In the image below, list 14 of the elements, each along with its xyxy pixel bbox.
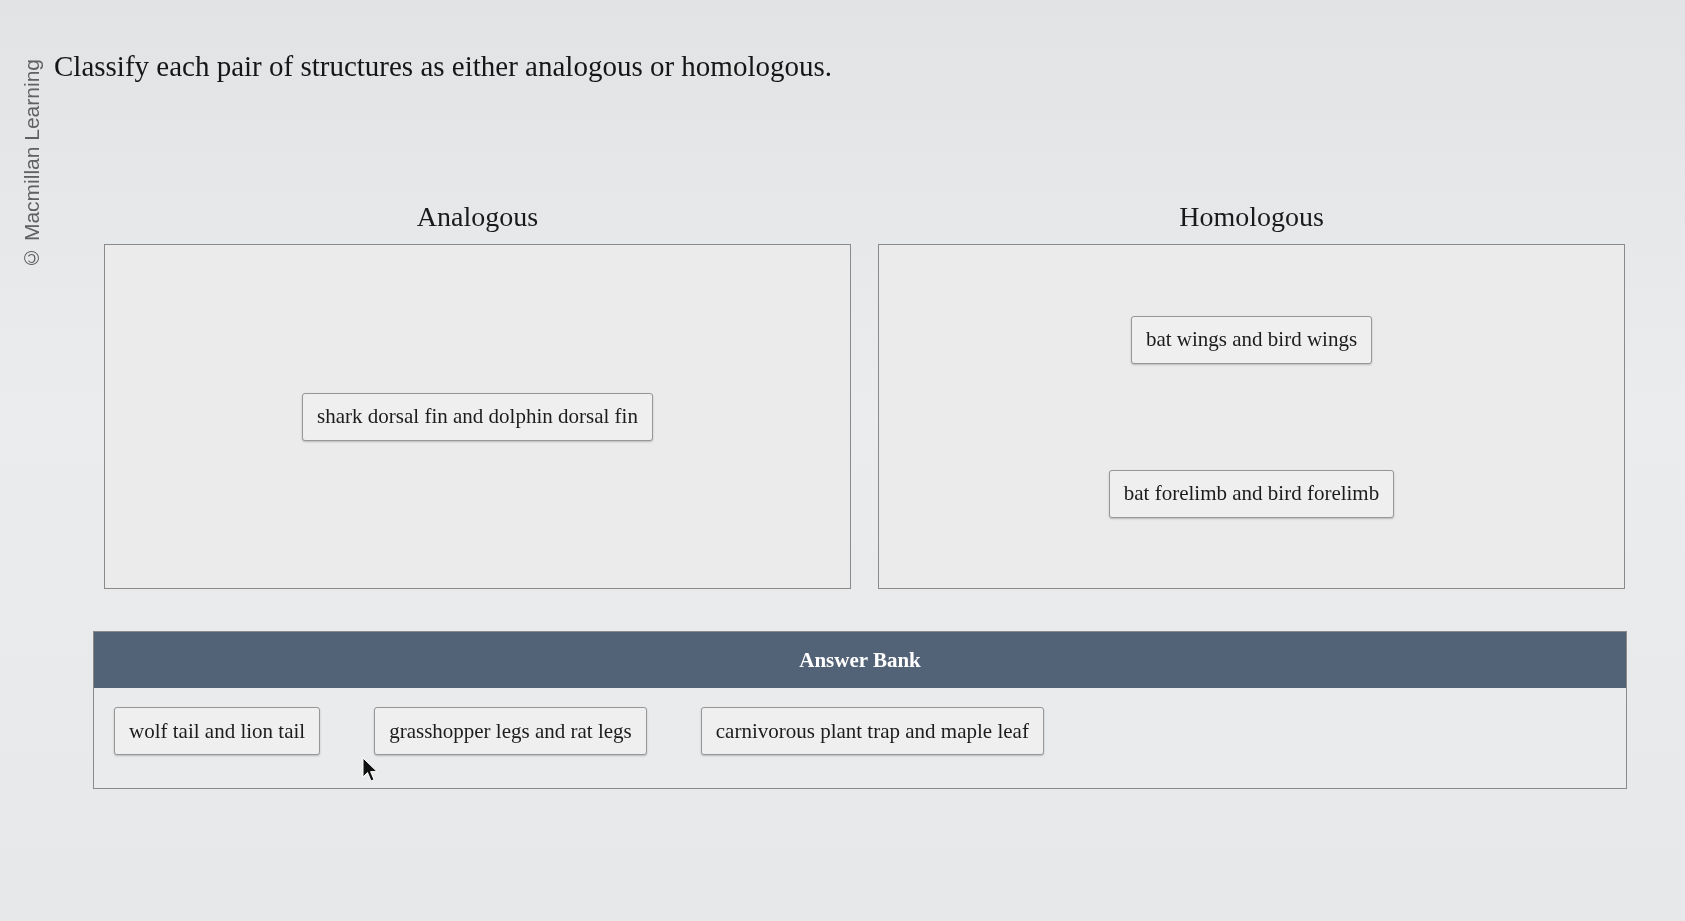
zone-heading: Analogous <box>416 200 539 234</box>
drop-zone[interactable]: shark dorsal fin and dolphin dorsal fin <box>104 244 851 589</box>
answer-tile[interactable]: bat wings and bird wings <box>1130 315 1373 364</box>
cursor-icon <box>362 757 378 782</box>
answer-tile[interactable]: wolf tail and lion tail <box>114 707 321 755</box>
copyright-credit: © Macmillan Learning <box>20 59 44 270</box>
drop-zone[interactable]: bat wings and bird wings bat forelimb and bird forelimb <box>878 244 1625 589</box>
zone-heading: Homologous <box>1179 200 1324 234</box>
question-text: Classify each pair of structures as either analogous or homologous. <box>54 49 833 84</box>
answer-tile[interactable]: bat forelimb and bird forelimb <box>1108 469 1395 518</box>
answer-tile[interactable]: carnivorous plant trap and maple leaf <box>700 707 1044 755</box>
answer-tile[interactable]: shark dorsal fin and dolphin dorsal fin <box>302 392 653 441</box>
answer-bank-title: Answer Bank <box>94 632 1626 688</box>
answer-tile[interactable]: grasshopper legs and rat legs <box>374 707 647 755</box>
